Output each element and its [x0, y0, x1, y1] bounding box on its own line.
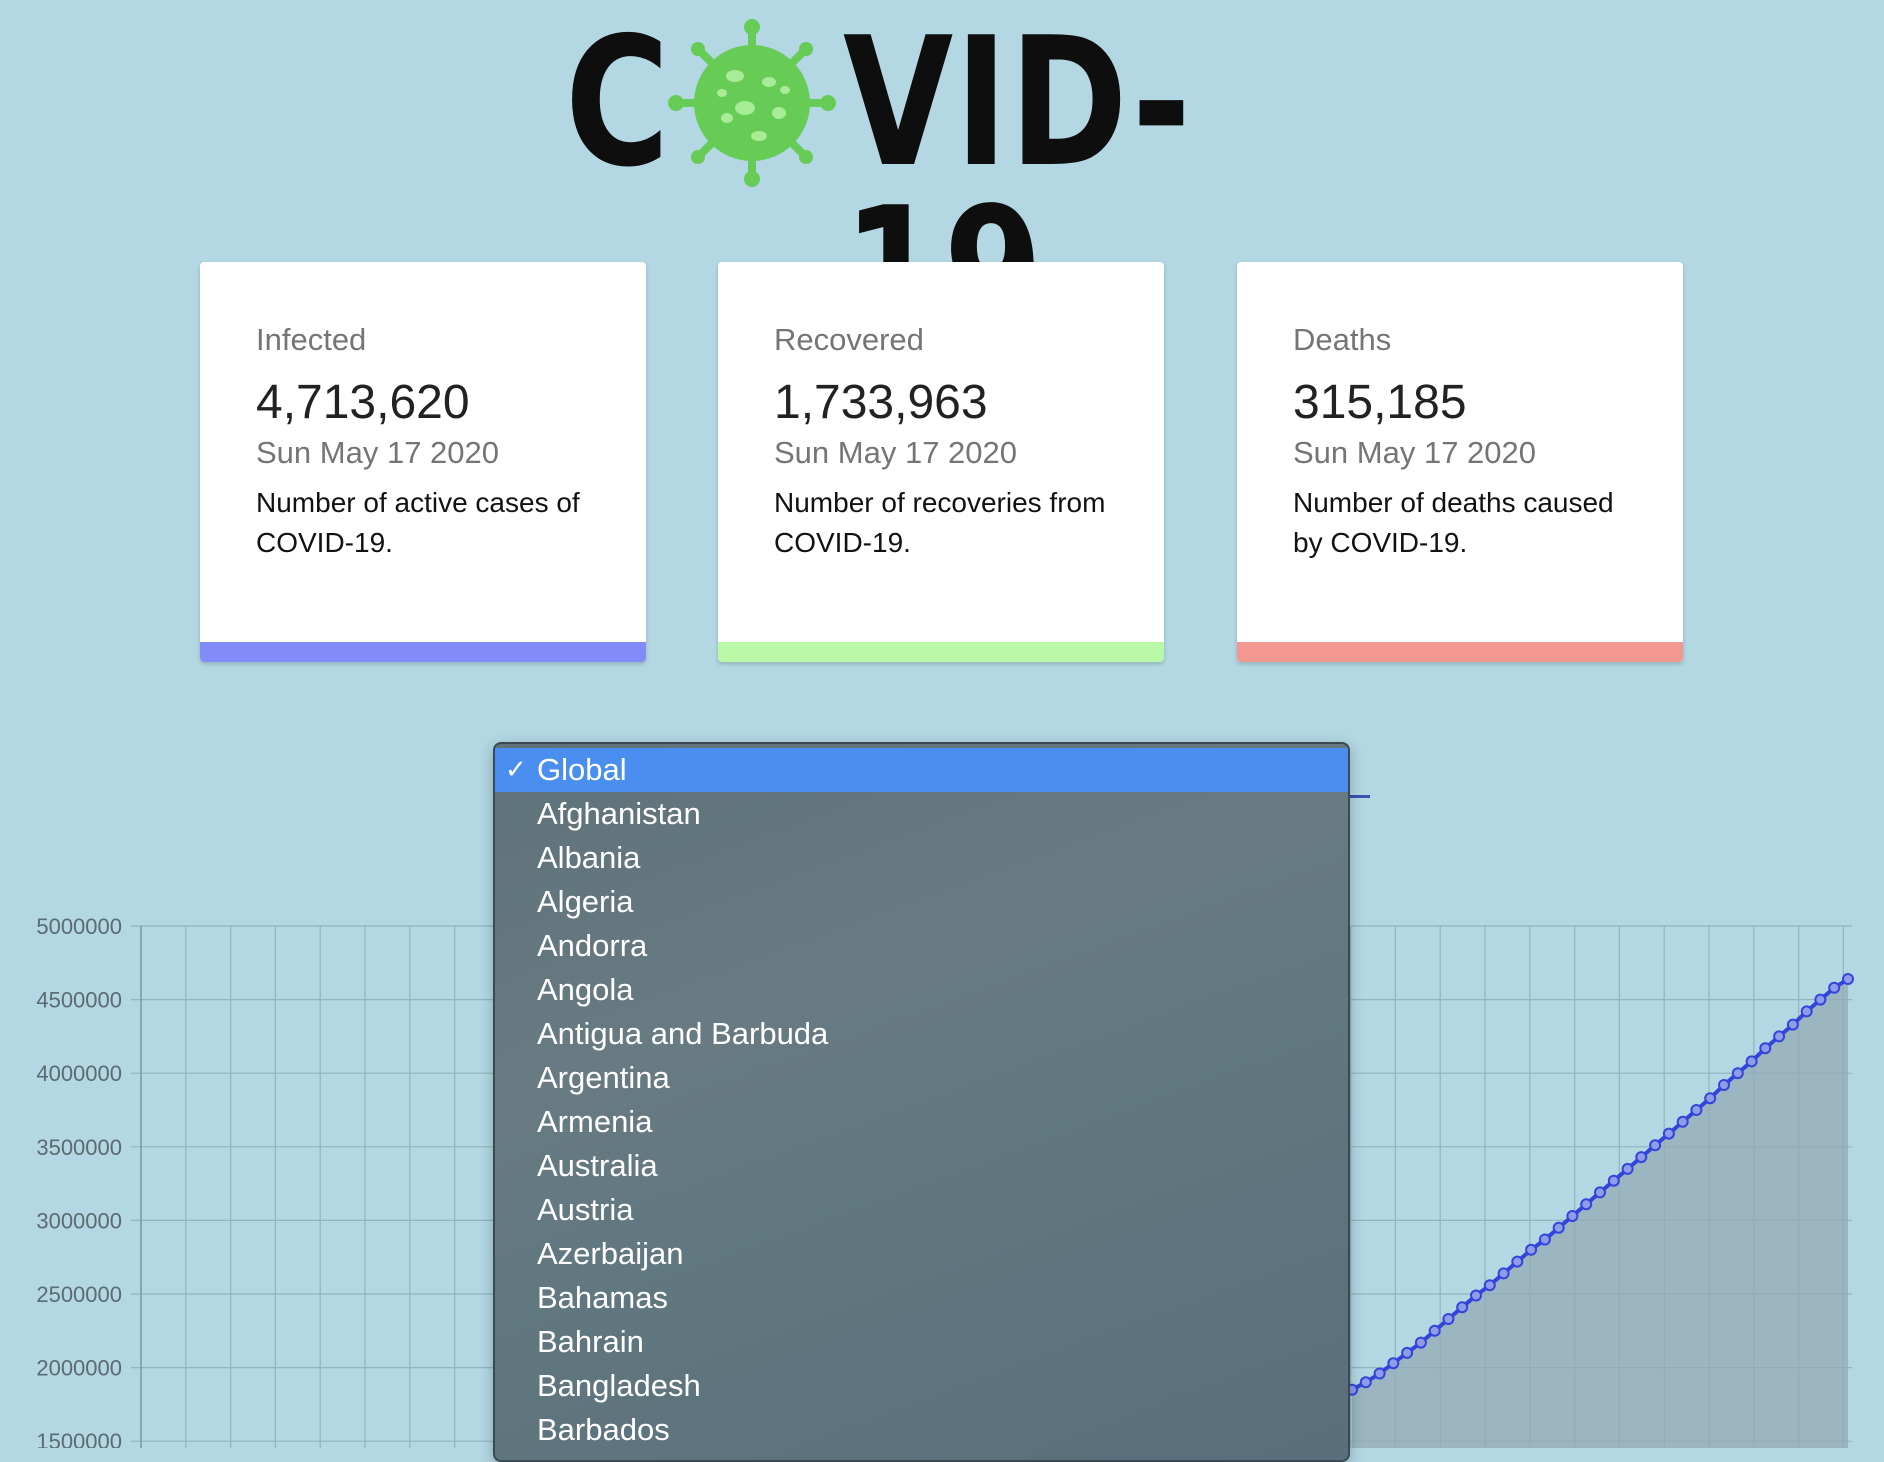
- card-date: Sun May 17 2020: [774, 435, 1018, 470]
- card-description: Number of active cases of COVID-19.: [256, 487, 580, 558]
- data-point: [1470, 1289, 1482, 1302]
- select-option[interactable]: Austria: [495, 1188, 1348, 1232]
- y-tick-label: 2500000: [36, 1282, 122, 1307]
- select-option-label: Global: [537, 752, 627, 787]
- select-option-label: Bahrain: [537, 1324, 644, 1359]
- select-option-label: Angola: [537, 972, 634, 1007]
- select-option-label: Andorra: [537, 928, 648, 963]
- virus-icon: [668, 19, 836, 187]
- card-description: Number of deaths caused by COVID-19.: [1293, 487, 1614, 558]
- data-point: [1759, 1042, 1772, 1055]
- data-point: [1649, 1139, 1662, 1152]
- data-point: [1387, 1357, 1400, 1370]
- data-point: [1731, 1067, 1744, 1080]
- data-point: [1401, 1346, 1414, 1359]
- y-tick-label: 3500000: [36, 1135, 122, 1160]
- card-label: Recovered: [774, 322, 924, 357]
- select-option-label: Albania: [537, 840, 641, 875]
- infected-card: Infected 4,713,620 Sun May 17 2020 Numbe…: [200, 262, 646, 662]
- logo-letter-c: C: [565, 0, 672, 206]
- data-point: [1607, 1174, 1620, 1187]
- data-point: [1718, 1079, 1730, 1091]
- data-point: [1745, 1055, 1758, 1068]
- data-point: [1676, 1115, 1689, 1128]
- data-point: [1704, 1092, 1717, 1105]
- recovered-card: Recovered 1,733,963 Sun May 17 2020 Numb…: [718, 262, 1164, 662]
- select-option[interactable]: Antigua and Barbuda: [495, 1012, 1348, 1056]
- data-point: [1359, 1376, 1372, 1389]
- data-point: [1580, 1198, 1593, 1211]
- select-option[interactable]: Afghanistan: [495, 792, 1348, 836]
- data-point: [1800, 1005, 1813, 1018]
- data-point: [1538, 1233, 1551, 1246]
- country-select-dropdown[interactable]: ✓ Global Afghanistan Albania Algeria Andorra A…: [493, 742, 1350, 1462]
- card-value: 315,185: [1293, 376, 1467, 429]
- y-tick-label: 4500000: [36, 988, 122, 1013]
- card-date: Sun May 17 2020: [256, 435, 500, 470]
- data-point: [1483, 1279, 1496, 1292]
- data-point: [1635, 1151, 1648, 1164]
- select-option-label: Bangladesh: [537, 1368, 701, 1403]
- select-option[interactable]: Albania: [495, 836, 1348, 880]
- y-tick-label: 4000000: [36, 1061, 122, 1086]
- card-date: Sun May 17 2020: [1293, 435, 1537, 470]
- series-area-fill: [1352, 979, 1848, 1448]
- data-point: [1428, 1324, 1441, 1337]
- select-option[interactable]: Australia: [495, 1144, 1348, 1188]
- y-tick-label: 2000000: [36, 1356, 122, 1381]
- select-option[interactable]: Bangladesh: [495, 1364, 1348, 1408]
- select-option-label: Australia: [537, 1148, 658, 1183]
- select-option-label: Austria: [537, 1192, 634, 1227]
- data-point: [1773, 1030, 1786, 1043]
- y-tick-label: 5000000: [36, 914, 122, 939]
- card-label: Infected: [256, 322, 367, 357]
- select-option[interactable]: Algeria: [495, 880, 1348, 924]
- data-point: [1566, 1210, 1579, 1222]
- data-point: [1662, 1127, 1675, 1140]
- card-color-bar: [718, 642, 1164, 662]
- card-color-bar: [200, 642, 646, 662]
- select-option[interactable]: Argentina: [495, 1056, 1348, 1100]
- y-tick-label: 3000000: [36, 1208, 122, 1233]
- select-option[interactable]: Bahrain: [495, 1320, 1348, 1364]
- y-tick-label: 1500000: [36, 1429, 122, 1448]
- select-option-label: Barbados: [537, 1412, 670, 1447]
- data-point: [1690, 1104, 1703, 1116]
- data-point: [1442, 1313, 1455, 1325]
- data-point: [1594, 1186, 1606, 1199]
- data-point: [1814, 993, 1827, 1006]
- select-option-label: Argentina: [537, 1060, 670, 1095]
- select-option[interactable]: Armenia: [495, 1100, 1348, 1144]
- data-point: [1828, 981, 1841, 994]
- card-color-bar: [1237, 642, 1683, 662]
- deaths-card: Deaths 315,185 Sun May 17 2020 Number of…: [1237, 262, 1683, 662]
- data-point: [1497, 1267, 1510, 1280]
- data-point: [1414, 1336, 1427, 1349]
- data-point: [1786, 1018, 1799, 1031]
- select-option[interactable]: Barbados: [495, 1408, 1348, 1452]
- select-option[interactable]: Azerbaijan: [495, 1232, 1348, 1276]
- select-option-label: Afghanistan: [537, 796, 701, 831]
- card-description: Number of recoveries from COVID-19.: [774, 487, 1106, 558]
- select-option[interactable]: Angola: [495, 968, 1348, 1012]
- card-label: Deaths: [1293, 322, 1392, 357]
- data-point: [1525, 1243, 1538, 1256]
- checkmark-icon: ✓: [505, 755, 527, 785]
- data-point: [1456, 1301, 1469, 1314]
- select-option[interactable]: Bahamas: [495, 1276, 1348, 1320]
- select-option[interactable]: ✓ Global: [495, 748, 1348, 792]
- data-point: [1842, 973, 1854, 985]
- select-option[interactable]: Andorra: [495, 924, 1348, 968]
- card-value: 4,713,620: [256, 376, 470, 429]
- card-value: 1,733,963: [774, 376, 988, 429]
- select-option-label: Armenia: [537, 1104, 653, 1139]
- select-option-label: Azerbaijan: [537, 1236, 684, 1271]
- select-option-label: Algeria: [537, 884, 634, 919]
- select-option-label: Bahamas: [537, 1280, 668, 1315]
- data-point: [1511, 1255, 1524, 1268]
- select-option-label: Antigua and Barbuda: [537, 1016, 829, 1051]
- data-point: [1621, 1162, 1634, 1175]
- data-point: [1552, 1221, 1565, 1234]
- data-point: [1373, 1367, 1386, 1380]
